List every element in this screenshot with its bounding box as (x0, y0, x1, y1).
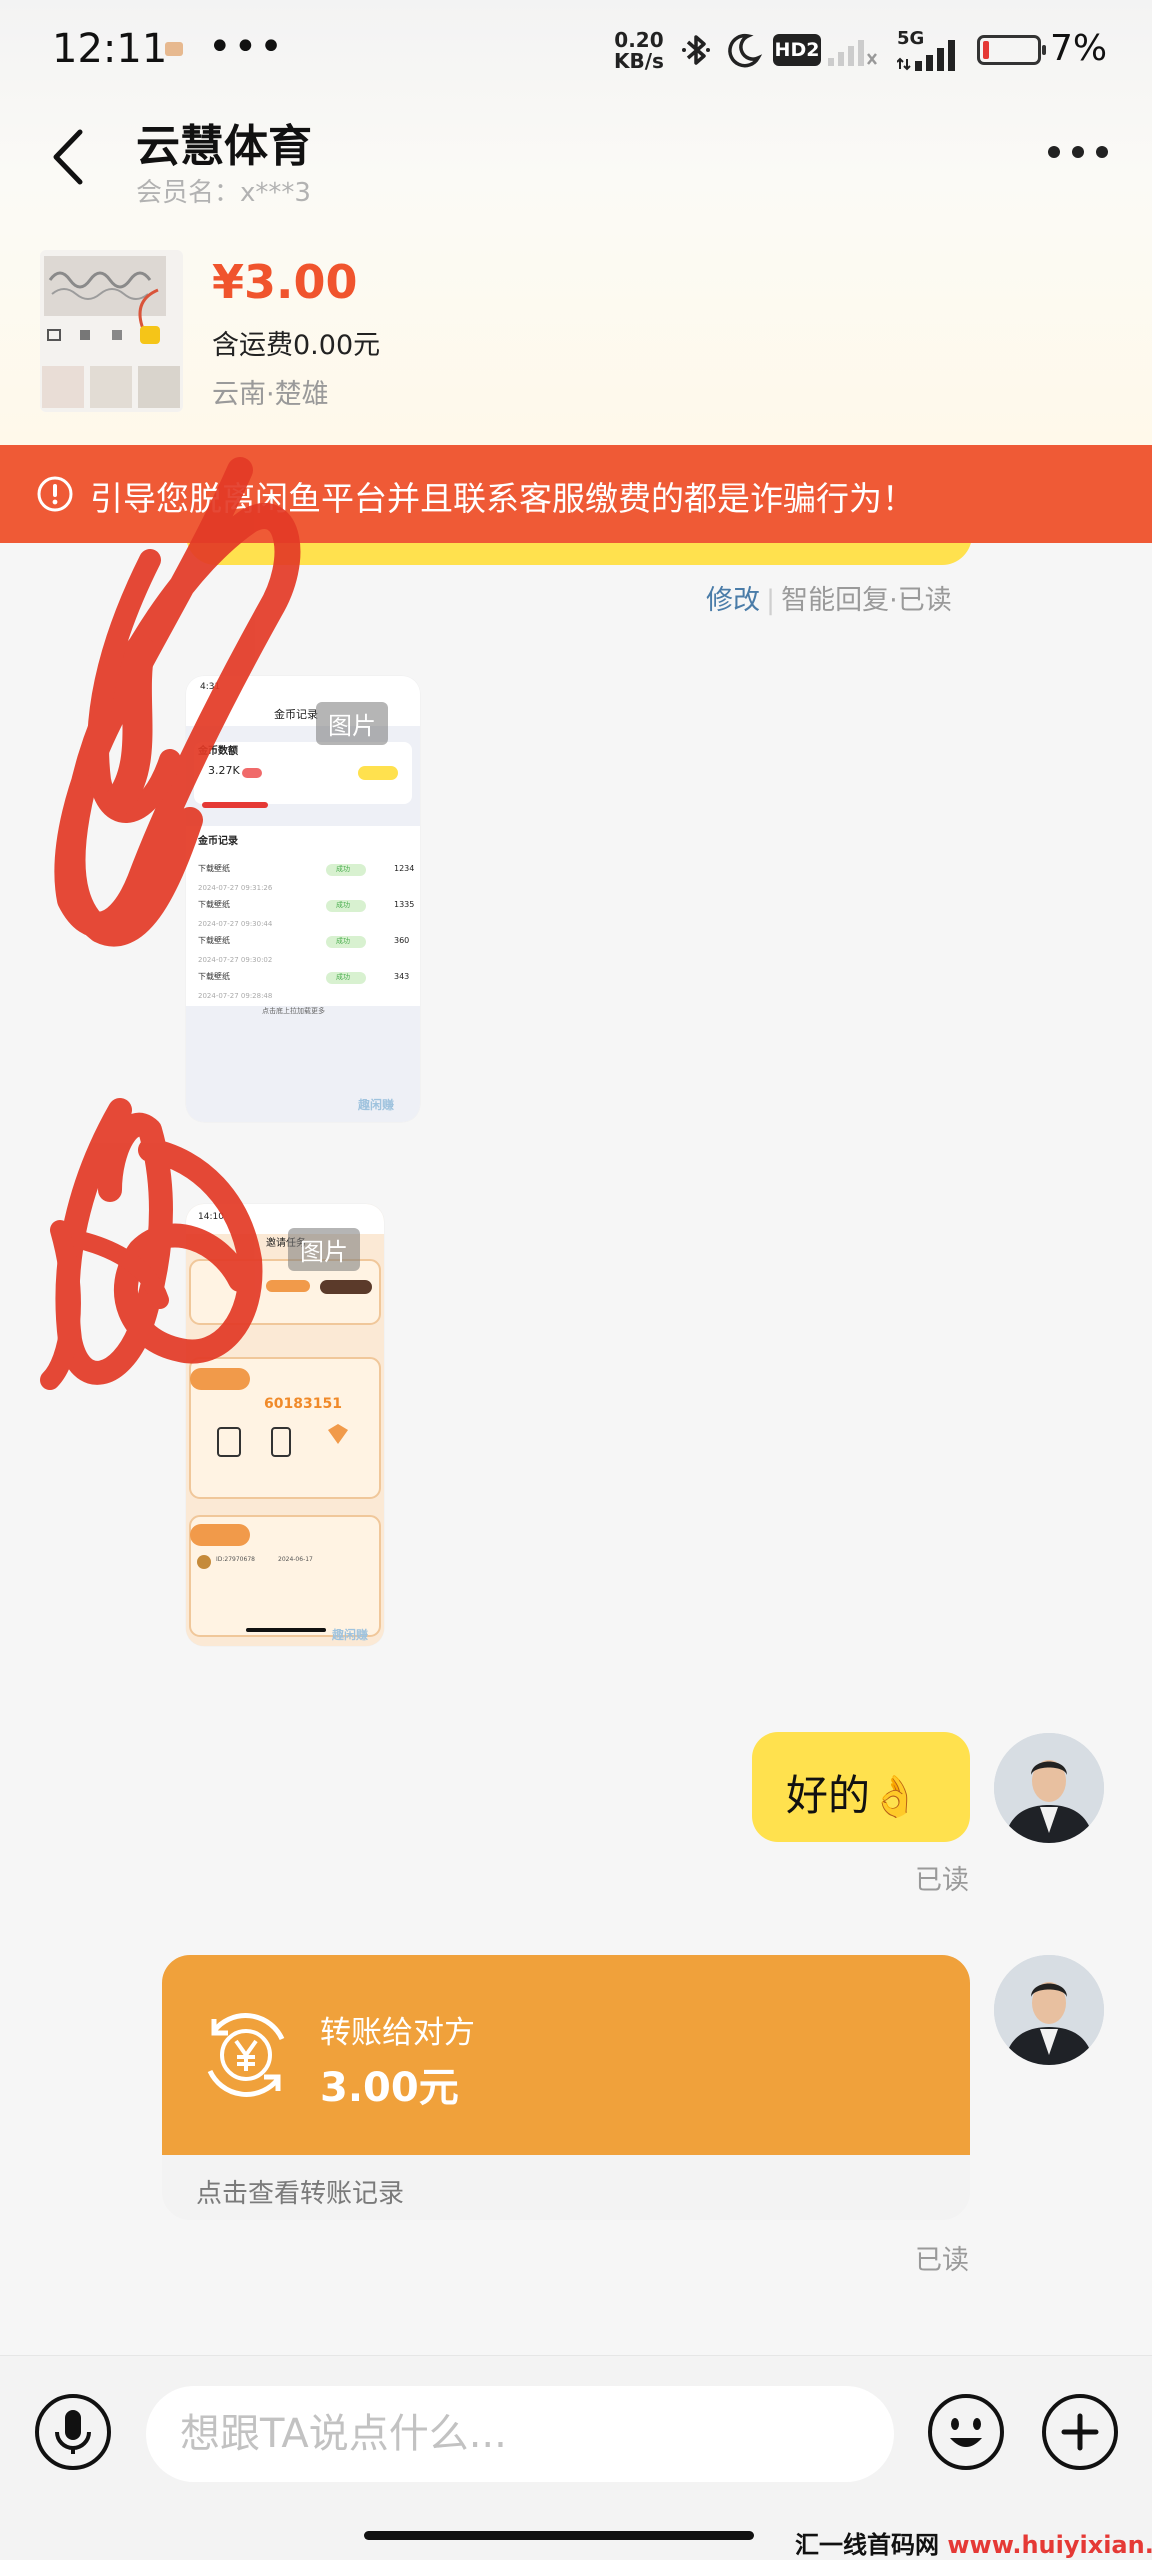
screenshot-record-list: 下载壁纸 2024-07-27 09:31:26 成功 1234 下载壁纸 20… (198, 856, 415, 1000)
product-image (40, 250, 183, 412)
message-input[interactable] (146, 2386, 894, 2482)
status-time: 12:11 (52, 26, 168, 72)
battery-icon (977, 35, 1046, 65)
more-notifications-icon: ••• (208, 24, 285, 70)
message-bubble-ok[interactable]: 好的👌 (752, 1732, 970, 1842)
read-status: 已读 (915, 1865, 969, 1896)
avatar[interactable] (994, 1733, 1104, 1843)
bluetooth-icon (682, 35, 710, 65)
list-item: 下载壁纸 2024-07-27 09:31:26 成功 1234 (198, 864, 415, 892)
product-price: ¥3.00 (212, 255, 358, 309)
more-actions-plus-button[interactable] (1040, 2392, 1120, 2472)
friend-date: 2024-06-17 (278, 1556, 313, 1563)
network-speed-value: 0.20 (614, 28, 664, 52)
fraud-warning-text: 引导您脱离闲鱼平台并且联系客服缴费的都是诈骗行为！ (90, 479, 915, 518)
voice-input-button[interactable] (33, 2392, 113, 2472)
chat-page: 12:11 ••• 0.20 KB/s HD2 5G 7% 云慧体育 会员名：x… (0, 0, 1152, 2560)
network-speed-unit: KB/s (614, 49, 664, 73)
message-status-line: 修改 | 智能回复·已读 (706, 585, 952, 616)
transfer-card-header: 转账给对方 3.00元 (162, 1955, 970, 2155)
network-speed: 0.20 KB/s (614, 30, 664, 72)
product-thumbnail[interactable] (40, 250, 183, 412)
view-transfer-record-link[interactable]: 点击查看转账记录 (196, 2173, 404, 2210)
yuan-transfer-icon (207, 2013, 285, 2097)
ok-hand-emoji-icon: 👌 (870, 1774, 920, 1820)
screenshot-title: 金币记录 (274, 708, 318, 721)
user-avatar-image (994, 1955, 1104, 2065)
avatar[interactable] (994, 1955, 1104, 2065)
screenshot-watermark: 趣闲赚 (358, 1098, 395, 1112)
watermark-url: www.huiyixian.com (947, 2531, 1152, 2559)
shipping-fee: 含运费0.00元 (212, 330, 381, 361)
screenshot-amount: 3.27K (208, 764, 240, 777)
screenshot-time: 14:10 (198, 1212, 224, 1222)
screenshot-watermark: 趣闲赚 (332, 1628, 369, 1642)
edit-link[interactable]: 修改 (706, 585, 760, 616)
watermark-prefix: 汇一线首码网 (795, 2531, 948, 2559)
list-item: 下载壁纸 2024-07-27 09:30:02 成功 360 (198, 936, 410, 964)
battery-percent: 7% (1050, 28, 1108, 69)
chat-title: 云慧体育 (136, 121, 312, 172)
site-watermark: 汇一线首码网 www.huiyixian.com (795, 2525, 1152, 2560)
warning-icon (37, 476, 73, 512)
list-item: 下载壁纸 2024-07-27 09:28:48 成功 343 (198, 972, 410, 1000)
transfer-title: 转账给对方 (320, 2015, 475, 2051)
fraud-warning-banner: 引导您脱离闲鱼平台并且联系客服缴费的都是诈骗行为！ (0, 445, 1152, 543)
member-name: 会员名：x***3 (136, 178, 311, 208)
notification-icon (165, 42, 183, 56)
transfer-card[interactable]: 转账给对方 3.00元 点击查看转账记录 (162, 1955, 970, 2220)
friend-id: ID:27970678 (216, 1556, 255, 1563)
screenshot-section: 金币数额 (198, 746, 238, 757)
signal-sim2-icon (897, 40, 955, 71)
read-status: 已读 (915, 2245, 969, 2276)
image-message-coin-record[interactable]: 4:31 金币记录 金币数额 3.27K 金币记录 下载壁纸 2024-07-2… (186, 676, 420, 1122)
do-not-disturb-moon-icon (728, 33, 763, 68)
auto-reply-label: 智能回复 (781, 585, 890, 616)
message-text: 好的👌 (786, 1771, 920, 1820)
invite-code: 60183151 (264, 1396, 342, 1412)
back-button[interactable] (44, 122, 94, 192)
screenshot-time: 4:31 (200, 682, 221, 692)
signal-sim1-icon (828, 40, 877, 66)
screenshot-records-title: 金币记录 (198, 836, 238, 847)
image-message-invite-task[interactable]: 14:10 邀请任务 60183151 ID:27970678 2024-06-… (186, 1204, 384, 1646)
hd-voice-badge: HD2 (773, 34, 821, 66)
status-bar: 12:11 ••• 0.20 KB/s HD2 5G 7% (0, 0, 1152, 100)
screenshot-footer: 点击底上拉加载更多 (262, 1007, 325, 1015)
image-label: 图片 (288, 1228, 360, 1271)
transfer-amount: 3.00元 (320, 2065, 459, 2111)
image-label: 图片 (316, 702, 388, 745)
home-indicator[interactable] (364, 2531, 754, 2540)
product-location: 云南·楚雄 (212, 379, 329, 410)
user-avatar-image (994, 1733, 1104, 1843)
read-status: 已读 (897, 585, 952, 616)
more-options-button[interactable] (1046, 140, 1110, 164)
emoji-button[interactable] (926, 2392, 1006, 2472)
list-item: 下载壁纸 2024-07-27 09:30:44 成功 1335 (198, 900, 415, 928)
